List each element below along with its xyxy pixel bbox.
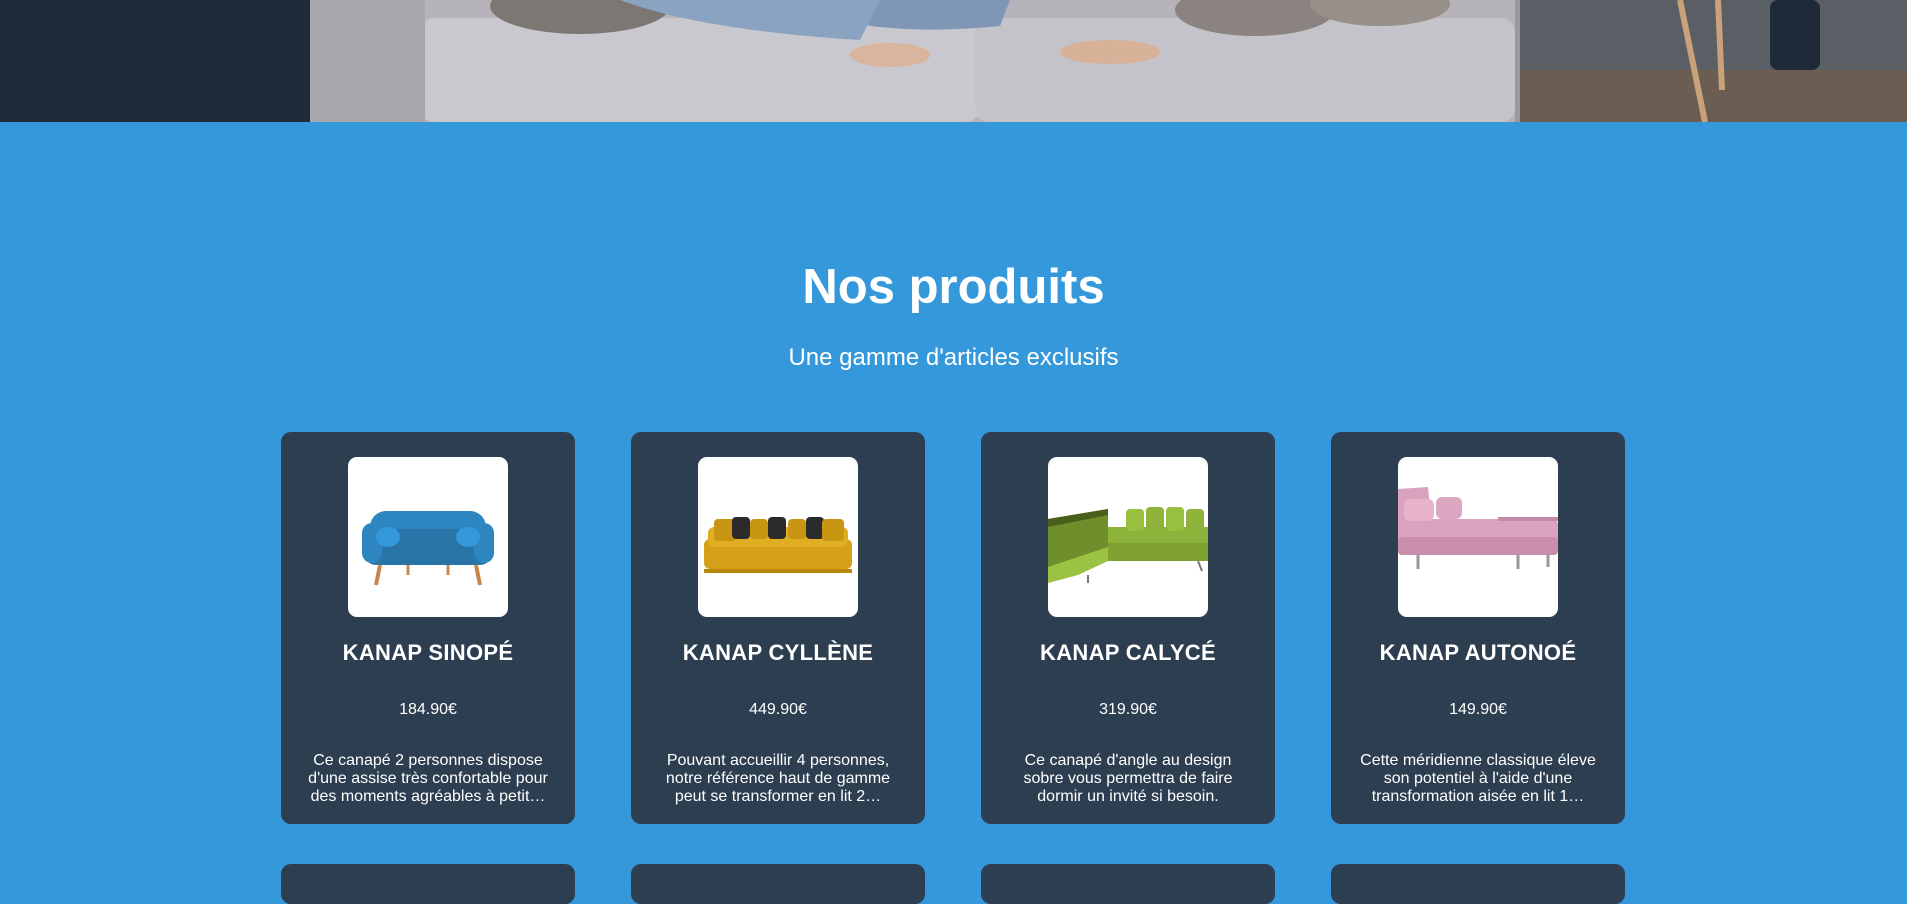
- product-card-cyllene[interactable]: KANAP CYLLÈNE 449.90€ Pouvant accueillir…: [631, 432, 925, 824]
- product-name: KANAP CALYCÉ: [1040, 640, 1216, 665]
- product-price: 149.90€: [1449, 701, 1507, 718]
- product-description: Pouvant accueillir 4 personnes, notre ré…: [665, 752, 891, 805]
- product-image: [348, 457, 508, 617]
- product-card-partial[interactable]: [1331, 864, 1625, 904]
- product-description: Ce canapé d'angle au design sobre vous p…: [1023, 752, 1233, 805]
- product-image: [1398, 457, 1558, 617]
- product-price: 184.90€: [399, 701, 457, 718]
- product-name: KANAP SINOPÉ: [342, 640, 514, 665]
- product-card-partial[interactable]: [631, 864, 925, 904]
- product-description: Ce canapé 2 personnes dispose d'une assi…: [308, 752, 548, 805]
- product-card-partial[interactable]: [981, 864, 1275, 904]
- product-description: Cette méridienne classique éleve son pot…: [1360, 752, 1596, 805]
- product-price: 319.90€: [1099, 701, 1157, 718]
- product-name: KANAP AUTONOÉ: [1379, 640, 1577, 665]
- product-price: 449.90€: [749, 701, 807, 718]
- hero-banner-image: [0, 0, 1907, 122]
- product-card-sinope[interactable]: KANAP SINOPÉ 184.90€ Ce canapé 2 personn…: [281, 432, 575, 824]
- pink-daybed-icon: [1398, 487, 1558, 569]
- green-corner-sofa-icon: [1048, 507, 1208, 583]
- products-section: Nos produits Une gamme d'articles exclus…: [0, 122, 1907, 904]
- blue-sofa-icon: [362, 511, 494, 586]
- product-card-autonoe[interactable]: KANAP AUTONOÉ 149.90€ Cette méridienne c…: [1331, 432, 1625, 824]
- yellow-sofa-icon: [704, 517, 852, 573]
- product-image: [1048, 457, 1208, 617]
- section-subtitle: Une gamme d'articles exclusifs: [788, 344, 1119, 371]
- product-image: [698, 457, 858, 617]
- product-card-calyce[interactable]: KANAP CALYCÉ 319.90€ Ce canapé d'angle a…: [981, 432, 1275, 824]
- section-title: Nos produits: [802, 260, 1105, 314]
- product-card-partial[interactable]: [281, 864, 575, 904]
- product-name: KANAP CYLLÈNE: [682, 640, 874, 665]
